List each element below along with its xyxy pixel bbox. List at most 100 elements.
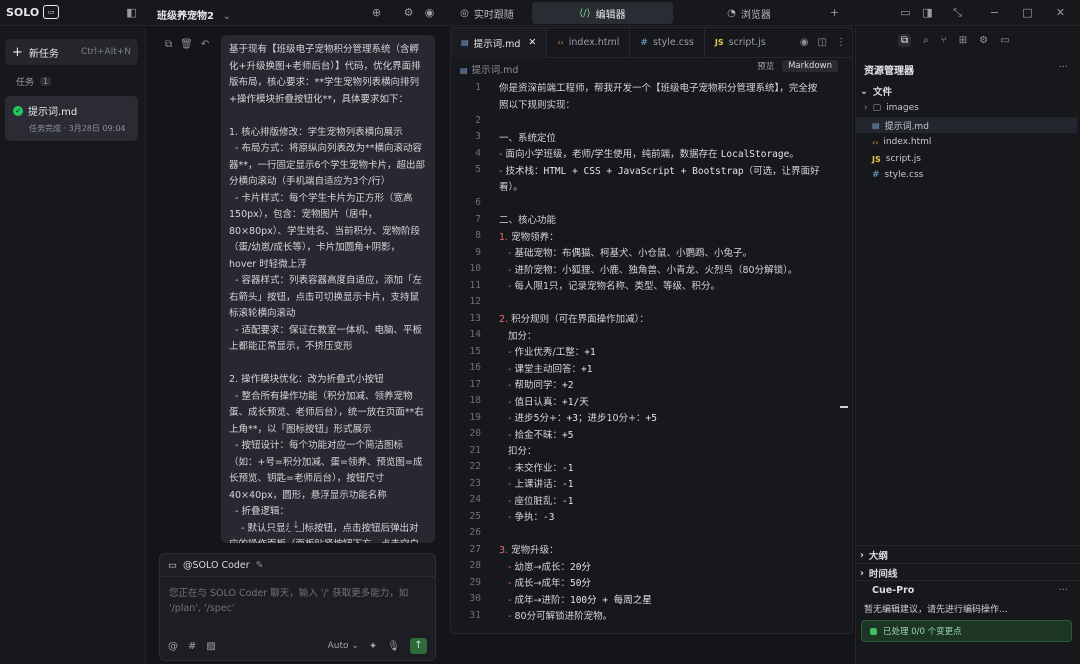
tab-live-follow[interactable]: ◎ 实时跟随 (448, 2, 526, 24)
line-text: - 技术栈：HTML + CSS + JavaScript + Bootstra… (499, 163, 820, 177)
gear-icon[interactable]: ⚙ (402, 6, 415, 19)
new-task-button[interactable]: + 新任务 Ctrl+Alt+N (5, 39, 138, 65)
project-name: 班级养宠物2 (157, 11, 214, 22)
file-item-script[interactable]: JS script.js (872, 151, 921, 167)
markdown-marker: - (499, 578, 515, 590)
line-number: 18 (469, 395, 481, 407)
chat-composer: ▭ @SOLO Coder ✎ 您正在与 SOLO Coder 聊天，输入 '/… (159, 553, 436, 661)
timeline-section-header[interactable]: › 时间线 (860, 566, 897, 581)
model-selector[interactable]: Auto ⌄ (328, 641, 359, 651)
editor-panel: ▤ 提示词.md ✕ ‹› index.html # style.css JS … (450, 27, 853, 634)
line-number: 22 (469, 461, 481, 473)
sidebar-toggle-icon[interactable]: ◧ (125, 6, 138, 19)
mic-icon[interactable]: 🎙︎ (387, 641, 400, 652)
code-line: 照以下规则实现： (451, 96, 841, 113)
editor-tab-style[interactable]: # style.css (630, 27, 705, 58)
code-icon: ⟨/⟩ (579, 7, 591, 19)
panel-right-icon[interactable]: ◨ (921, 6, 934, 19)
file-item-index[interactable]: ‹› index.html (872, 134, 931, 150)
html-icon: ‹› (557, 38, 564, 47)
project-selector[interactable]: 班级养宠物2 ⌄ (157, 7, 231, 22)
title-bar: SOLO ▭ ◧ 班级养宠物2 ⌄ ⊕ ⚙ ◉ ◎ 实时跟随 ⟨/⟩ 编辑器 ◔… (0, 0, 1080, 26)
editor-tab-prompt[interactable]: ▤ 提示词.md ✕ (451, 27, 548, 58)
close-tab-icon[interactable]: ✕ (528, 37, 536, 48)
code-line: 看）。 (451, 178, 841, 195)
tab-browser[interactable]: ◔ 浏览器 (679, 2, 819, 24)
text-segment: 宠物升级： (511, 545, 559, 557)
agent-icon: ▭ (168, 559, 177, 571)
more-icon[interactable]: ··· (1058, 62, 1068, 73)
maximize-icon[interactable]: □ (1021, 6, 1034, 19)
git-icon[interactable]: ⑂ (941, 35, 947, 46)
files-icon[interactable]: ⧉ (898, 33, 912, 47)
follow-icon: ◎ (460, 7, 469, 19)
scroll-marker (840, 406, 848, 408)
agent-name[interactable]: @SOLO Coder (183, 560, 250, 571)
image-icon[interactable]: ▨ (206, 641, 215, 652)
add-tab-icon[interactable]: + (828, 6, 841, 19)
text-segment: 面向小学班级，老师/学生使用，纯前端，数据存在 (505, 149, 721, 161)
more-icon[interactable]: ··· (1058, 585, 1068, 596)
mode-preview-button[interactable]: 预览 (757, 60, 774, 72)
collapse-icon[interactable]: ⤡ (951, 6, 964, 19)
text-segment: 课堂主动回答： (514, 363, 582, 375)
preview-eye-icon[interactable]: ◉ (800, 37, 809, 48)
mention-icon[interactable]: @ (168, 641, 178, 652)
send-button[interactable]: ↑ (410, 638, 427, 654)
line-text: 看）。 (499, 179, 523, 193)
outline-section-header[interactable]: › 大纲 (860, 548, 888, 563)
section-label: 文件 (872, 87, 892, 98)
extensions-icon[interactable]: ⊞ (959, 35, 967, 46)
debug-icon[interactable]: ⚙ (979, 35, 988, 46)
file-item-images[interactable]: › ▢ images (864, 100, 919, 116)
files-section-header[interactable]: ⌄ 文件 (860, 84, 892, 99)
line-number: 4 (475, 147, 481, 159)
more-icon[interactable]: ⋮ (836, 37, 846, 48)
split-icon[interactable]: ◫ (818, 37, 827, 48)
code-line: 14 加分： (451, 327, 841, 344)
code-line: 9 - 基础宠物：布偶猫、柯基犬、小仓鼠、小鹦鹉、小兔子。 (451, 244, 841, 261)
layout-icon[interactable]: ▭ (899, 6, 912, 19)
undo-icon[interactable]: ↶ (201, 39, 209, 50)
tab-label: 浏览器 (740, 9, 771, 21)
text-segment: 看）。 (499, 182, 523, 194)
search-icon[interactable]: ⌕ (923, 35, 929, 46)
message-input[interactable]: 您正在与 SOLO Coder 聊天，输入 '/' 获取更多能力，如 '/pla… (160, 577, 435, 625)
editor-tab-script[interactable]: JS script.js (705, 28, 776, 58)
line-text: 照以下规则实现： (499, 97, 575, 111)
scroll-down-icon[interactable]: ↓ (289, 520, 303, 531)
line-text: - 基础宠物：布偶猫、柯基犬、小仓鼠、小鹦鹉、小兔子。 (499, 245, 752, 259)
code-token: 20分 (569, 561, 591, 573)
text-segment: 值日认真： (514, 396, 563, 408)
text-segment: 扣分： (499, 446, 537, 458)
close-icon[interactable]: ✕ (1054, 6, 1067, 19)
file-item-style[interactable]: # style.css (872, 167, 923, 183)
delete-icon[interactable]: 🗑︎ (180, 39, 193, 50)
code-line: 18 - 值日认真：+1/天 (451, 393, 841, 410)
divider (856, 580, 1080, 581)
editor-tab-index[interactable]: ‹› index.html (547, 27, 631, 58)
tab-editor[interactable]: ⟨/⟩ 编辑器 (532, 2, 673, 24)
copy-icon[interactable]: ⧉ (165, 39, 172, 50)
task-item[interactable]: ✓ 提示词.md 任务完成 · 3月28日 09:04 (5, 96, 138, 141)
chevron-right-icon: › (860, 567, 864, 579)
mode-markdown-button[interactable]: Markdown (782, 60, 838, 72)
text-segment: 积分规则（可在界面操作加减）： (511, 314, 649, 326)
minimize-icon[interactable]: − (988, 6, 1001, 19)
task-sidebar: + 新任务 Ctrl+Alt+N 任务 1 ✓ 提示词.md 任务完成 · 3月… (0, 27, 146, 664)
tab-label: index.html (568, 37, 620, 48)
task-status: 任务完成 · 3月28日 09:04 (29, 124, 126, 133)
text-segment: 二、核心功能 (499, 215, 557, 227)
account-icon[interactable]: ◉ (423, 6, 436, 19)
line-number: 28 (469, 560, 481, 572)
sparkle-icon[interactable]: ✦ (369, 641, 377, 652)
code-area[interactable]: 1 你是资深前端工程师，帮我开发一个【班级电子宠物积分管理系统】，完全按 照以下规则… (451, 79, 841, 624)
hash-icon[interactable]: # (188, 641, 196, 652)
message-text: 基于现有【班级电子宠物积分管理系统（含孵化+升级换图+老师后台）】代码，优化界面… (229, 44, 426, 543)
brand-name: SOLO (6, 5, 40, 19)
file-item-prompt[interactable]: ▤ 提示词.md (856, 117, 1077, 133)
chat-add-icon[interactable]: ⊕ (370, 6, 383, 19)
code-token: +1 (584, 347, 596, 359)
terminal-icon[interactable]: ▭ (1000, 35, 1009, 46)
code-line: 1 你是资深前端工程师，帮我开发一个【班级电子宠物积分管理系统】，完全按 (451, 79, 841, 96)
